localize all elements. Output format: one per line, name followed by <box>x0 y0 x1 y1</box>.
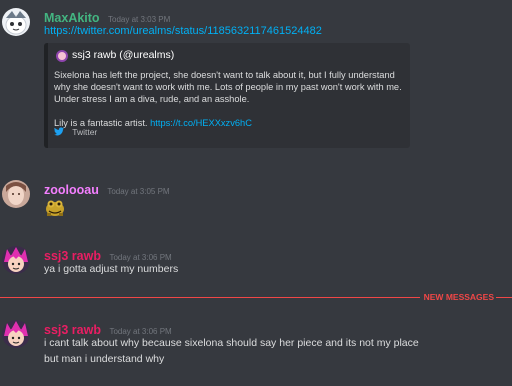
avatar-ssj3-rawb[interactable] <box>2 246 30 274</box>
embed-author[interactable]: ssj3 rawb (@urealms) <box>56 49 175 62</box>
timestamp: Today at 3:05 PM <box>107 187 170 196</box>
twitter-embed: ssj3 rawb (@urealms) Sixelona has left t… <box>44 43 410 148</box>
new-messages-label[interactable]: NEW MESSAGES <box>419 292 496 302</box>
embed-author-name: ssj3 rawb (@urealms) <box>72 49 175 61</box>
message-content-line-2: but man i understand why <box>44 353 165 365</box>
message-content: ya i gotta adjust my numbers <box>44 263 179 275</box>
embed-footer-text: Twitter <box>72 127 98 137</box>
message-content-line-1: i cant talk about why because sixelona s… <box>44 337 419 349</box>
tweet-link[interactable]: https://twitter.com/urealms/status/11856… <box>44 25 322 37</box>
embed-short-link[interactable]: https://t.co/HEXXxzv6hC <box>150 118 252 128</box>
embed-author-avatar <box>56 50 68 62</box>
embed-footer: Twitter <box>54 127 97 138</box>
embed-paragraph-1: Sixelona has left the project, she doesn… <box>54 70 402 105</box>
custom-emoji[interactable] <box>44 196 66 218</box>
timestamp: Today at 3:03 PM <box>108 15 171 24</box>
username[interactable]: zoolooau <box>44 183 99 197</box>
avatar-ssj3-rawb[interactable] <box>2 320 30 348</box>
username[interactable]: MaxAkito <box>44 11 100 25</box>
embed-description: Sixelona has left the project, she doesn… <box>54 69 404 129</box>
avatar-zoolooau[interactable] <box>2 180 30 208</box>
twitter-bird-icon <box>54 127 64 138</box>
avatar-maxakito[interactable] <box>2 8 30 36</box>
embed-paragraph-2: Lily is a fantastic artist. https://t.co… <box>54 117 404 129</box>
